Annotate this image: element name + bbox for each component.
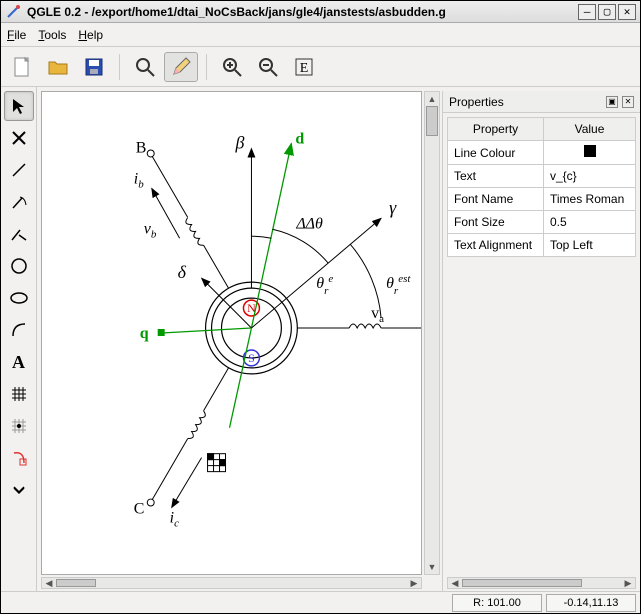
toolbar: E bbox=[1, 47, 640, 87]
table-row: Text Alignment Top Left bbox=[448, 234, 636, 257]
perp-line-tool[interactable] bbox=[4, 219, 34, 249]
label-ic: ic bbox=[170, 510, 179, 530]
zoom-fit-button[interactable] bbox=[128, 52, 162, 82]
tan-line-tool[interactable] bbox=[4, 187, 34, 217]
close-button[interactable]: ✕ bbox=[618, 4, 636, 20]
save-button[interactable] bbox=[77, 52, 111, 82]
label-B: B bbox=[136, 139, 147, 156]
e-button[interactable]: E bbox=[287, 52, 321, 82]
menubar: File Tools Help bbox=[1, 23, 640, 47]
label-vb: vb bbox=[144, 220, 157, 240]
label-thetaEst: θrest bbox=[386, 273, 411, 297]
properties-title: Properties bbox=[449, 95, 504, 109]
window-title: QGLE 0.2 - /export/home1/dtai_NoCsBack/j… bbox=[27, 5, 576, 19]
snap-tool[interactable] bbox=[4, 411, 34, 441]
line-tool[interactable] bbox=[4, 155, 34, 185]
properties-hscroll[interactable]: ◀▶ bbox=[447, 577, 636, 589]
label-delta: δ bbox=[178, 262, 187, 282]
ellipse-tool[interactable] bbox=[4, 283, 34, 313]
label-d: d bbox=[295, 131, 304, 148]
titlebar: QGLE 0.2 - /export/home1/dtai_NoCsBack/j… bbox=[1, 1, 640, 23]
label-beta: β bbox=[234, 132, 244, 152]
label-va: va bbox=[371, 305, 384, 325]
table-row: Line Colour bbox=[448, 141, 636, 165]
canvas-hscroll[interactable]: ◀▶ bbox=[41, 577, 422, 589]
circle-tool[interactable] bbox=[4, 251, 34, 281]
menu-tools[interactable]: Tools bbox=[38, 28, 66, 42]
tool-sidebar: A bbox=[1, 87, 37, 591]
app-window: QGLE 0.2 - /export/home1/dtai_NoCsBack/j… bbox=[0, 0, 641, 614]
arc-tool[interactable] bbox=[4, 315, 34, 345]
label-gamma: γ bbox=[389, 197, 397, 217]
more-tool[interactable] bbox=[4, 475, 34, 505]
content-area: A bbox=[1, 87, 640, 591]
minimize-button[interactable]: – bbox=[578, 4, 596, 20]
zoom-in-button[interactable] bbox=[215, 52, 249, 82]
label-deltaTheta: ΔΔθ bbox=[295, 215, 323, 232]
menu-file[interactable]: File bbox=[7, 28, 26, 42]
label-C: C bbox=[134, 501, 145, 518]
osnap-tool[interactable] bbox=[4, 443, 34, 473]
grid-tool[interactable] bbox=[4, 379, 34, 409]
properties-col-value[interactable]: Value bbox=[544, 118, 636, 141]
label-S: S bbox=[248, 351, 255, 365]
svg-text:E: E bbox=[300, 61, 309, 76]
zoom-out-button[interactable] bbox=[251, 52, 285, 82]
drawing-canvas[interactable]: N S va β bbox=[41, 91, 422, 575]
label-thetaR: θre bbox=[316, 273, 333, 297]
properties-float-icon[interactable]: ▣ bbox=[606, 96, 618, 108]
toolbar-sep-2 bbox=[206, 54, 207, 80]
app-icon bbox=[5, 4, 21, 20]
canvas-vscroll[interactable]: ▲▼ bbox=[424, 91, 440, 575]
status-coords: -0.14,11.13 bbox=[546, 594, 636, 612]
pencil-button[interactable] bbox=[164, 52, 198, 82]
label-q: q bbox=[140, 325, 149, 342]
properties-table: Property Value Line Colour Text v_{c} Fo… bbox=[447, 117, 636, 257]
maximize-button[interactable]: ▢ bbox=[598, 4, 616, 20]
properties-close-icon[interactable]: ✕ bbox=[622, 96, 634, 108]
new-button[interactable] bbox=[5, 52, 39, 82]
table-row: Font Name Times Roman bbox=[448, 188, 636, 211]
text-tool[interactable]: A bbox=[4, 347, 34, 377]
status-radius: R: 101.00 bbox=[452, 594, 542, 612]
delete-tool[interactable] bbox=[4, 123, 34, 153]
properties-col-property[interactable]: Property bbox=[448, 118, 544, 141]
diagram-svg: N S va β bbox=[42, 92, 421, 574]
table-row: Font Size 0.5 bbox=[448, 211, 636, 234]
select-tool[interactable] bbox=[4, 91, 34, 121]
statusbar: R: 101.00 -0.14,11.13 bbox=[1, 591, 640, 613]
table-row: Text v_{c} bbox=[448, 165, 636, 188]
canvas-wrap: N S va β bbox=[37, 87, 442, 591]
menu-help[interactable]: Help bbox=[78, 28, 103, 42]
color-swatch[interactable] bbox=[584, 145, 596, 157]
properties-panel: Properties ▣ ✕ Property Value Line Colou… bbox=[442, 91, 640, 591]
label-ib: ib bbox=[134, 170, 144, 190]
open-button[interactable] bbox=[41, 52, 75, 82]
toolbar-sep-1 bbox=[119, 54, 120, 80]
